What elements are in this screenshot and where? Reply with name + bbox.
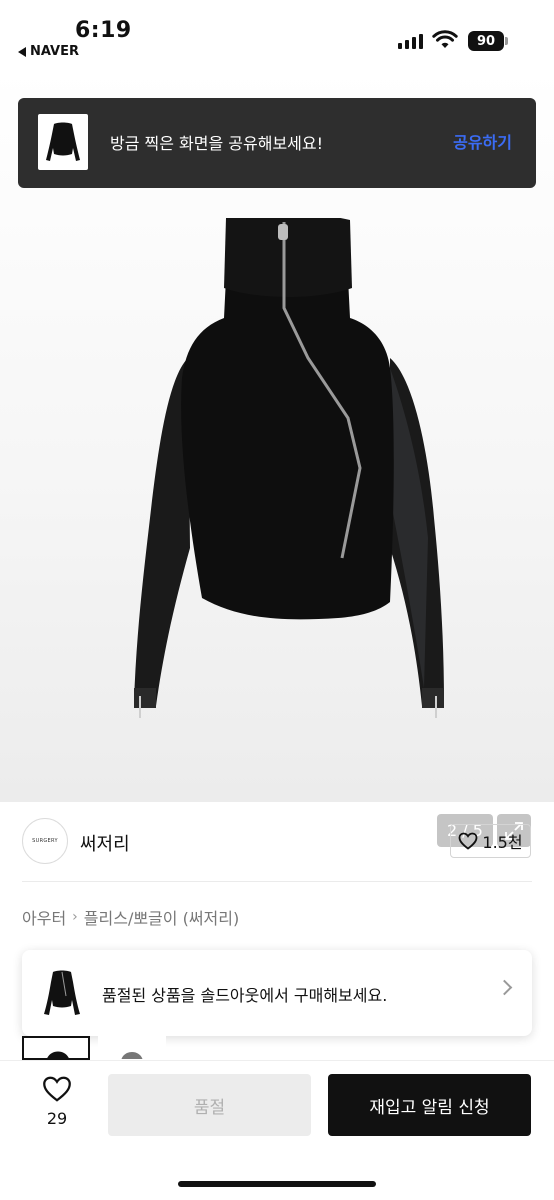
soldout-banner-thumbnail — [38, 966, 86, 1020]
thumbnail-strip — [22, 1036, 166, 1060]
thumbnail-2[interactable] — [98, 1036, 166, 1060]
screenshot-thumbnail — [38, 114, 88, 170]
signal-icon — [398, 33, 423, 49]
bottom-action-bar: 29 품절 재입고 알림 신청 — [0, 1060, 554, 1200]
store-logo[interactable]: SURGERY — [22, 818, 68, 864]
chevron-right-icon — [496, 979, 513, 996]
share-button[interactable]: 공유하기 — [453, 129, 512, 153]
heart-icon — [459, 832, 478, 850]
thumbnail-image — [121, 1052, 143, 1059]
thumbnail-1[interactable] — [22, 1036, 90, 1060]
store-name[interactable]: 써저리 — [80, 830, 130, 856]
breadcrumb: 아우터 › 플리스/뽀글이 (써저리) — [22, 905, 239, 929]
breadcrumb-category[interactable]: 아우터 — [22, 905, 66, 929]
section-divider — [22, 881, 532, 882]
back-app-label: NAVER — [30, 44, 80, 59]
battery-indicator: 90 — [468, 31, 504, 51]
soldout-thumbnail-image — [44, 970, 80, 1015]
soldout-banner-message: 품절된 상품을 솔드아웃에서 구매해보세요. — [102, 986, 388, 1005]
battery-cap-icon — [505, 37, 508, 45]
back-to-app-link[interactable]: NAVER — [18, 44, 79, 59]
thumbnail-image — [47, 1051, 69, 1058]
restock-alert-button[interactable]: 재입고 알림 신청 — [328, 1074, 531, 1136]
store-favorite-button[interactable]: 1.5천 — [450, 824, 531, 858]
breadcrumb-subcategory[interactable]: 플리스/뽀글이 (써저리) — [84, 905, 239, 929]
soldout-promo-banner[interactable]: 품절된 상품을 솔드아웃에서 구매해보세요. — [22, 950, 532, 1036]
status-time: 6:19 — [75, 18, 132, 43]
screenshot-thumbnail-image — [46, 122, 80, 161]
product-jacket-image — [134, 218, 444, 718]
battery-level: 90 — [476, 33, 496, 49]
toast-message: 방금 찍은 화면을 공유해보세요! — [110, 134, 324, 153]
home-indicator[interactable] — [178, 1181, 376, 1187]
store-logo-text: SURGERY — [32, 838, 58, 844]
heart-icon — [43, 1076, 71, 1102]
like-count: 29 — [46, 1109, 68, 1128]
like-button[interactable]: 29 — [38, 1075, 76, 1128]
wifi-icon — [432, 30, 458, 48]
soldout-button: 품절 — [108, 1074, 311, 1136]
share-screenshot-toast: 방금 찍은 화면을 공유해보세요! 공유하기 — [18, 98, 536, 188]
back-triangle-icon — [18, 46, 26, 57]
chevron-right-icon: › — [72, 909, 78, 925]
store-favorite-count: 1.5천 — [482, 833, 523, 852]
status-bar: 6:19 NAVER 90 — [0, 0, 554, 68]
